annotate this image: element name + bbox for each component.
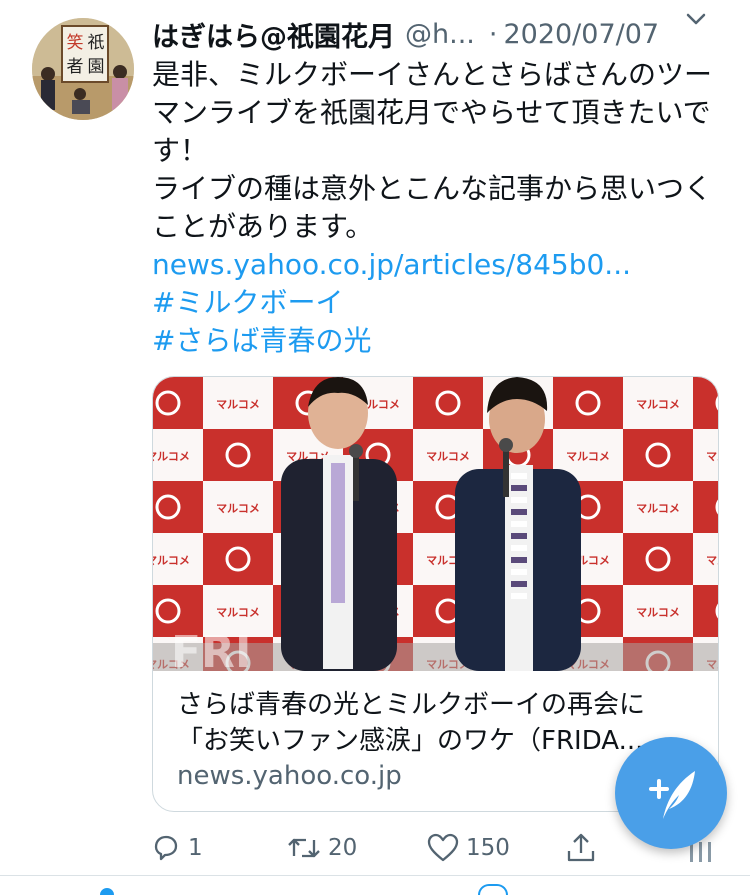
card-title-line: さらば青春の光とミルクボーイの再会に [177, 690, 646, 720]
tweet-text-line: ライブの種は意外とこんな記事から思いつく [152, 172, 713, 205]
backdrop-tile [623, 533, 693, 585]
backdrop-brand-text: マルコメ [426, 450, 470, 463]
backdrop-brand-text: マルコメ [636, 398, 680, 411]
avatar[interactable]: 笑 祇 者 園 [32, 18, 134, 120]
backdrop-brand-text: マルコメ [636, 502, 680, 515]
backdrop-brand-text: マルコメ [636, 606, 680, 619]
tie-stripe [511, 569, 527, 575]
author-name[interactable]: はぎはら@祇園花月 [152, 15, 395, 54]
like-count: 150 [466, 835, 510, 861]
tweet-date[interactable]: 2020/07/07 [503, 19, 659, 50]
reply-count: 1 [188, 835, 203, 861]
backdrop-tile [693, 377, 718, 429]
avatar-image: 笑 祇 者 園 [32, 18, 134, 120]
backdrop-tile [203, 429, 273, 481]
share-button[interactable] [564, 826, 598, 870]
chevron-down-icon[interactable] [683, 6, 709, 32]
svg-text:祇: 祇 [88, 33, 105, 53]
backdrop-tile [413, 377, 483, 429]
hashtag-saraba[interactable]: #さらば青春の光 [152, 322, 732, 360]
tweet-text-line: す！ [152, 134, 209, 167]
image-watermark: FRI [171, 627, 251, 671]
tie-stripe [511, 485, 527, 491]
tie-stripe [511, 545, 527, 551]
retweet-count: 20 [328, 835, 358, 861]
tweet-text-line: マンライブを祇園花月でやらせて頂きたいで [152, 96, 711, 129]
reply-icon [154, 835, 178, 861]
retweet-icon [288, 838, 320, 858]
backdrop-tile [693, 481, 718, 533]
backdrop-tile [553, 377, 623, 429]
like-button[interactable]: 150 [426, 826, 510, 870]
heart-icon [427, 833, 459, 862]
backdrop-brand-text: マルコメ [566, 450, 610, 463]
tweet-text-line: ことがあります。 [152, 210, 374, 243]
article-link[interactable]: news.yahoo.co.jp/articles/845b0... [152, 246, 732, 284]
hashtag-milkboy[interactable]: #ミルクボーイ [152, 284, 732, 322]
share-icon [567, 833, 595, 862]
svg-text:園: 園 [88, 57, 105, 77]
tie-stripe [511, 497, 527, 503]
backdrop-brand-text: マルコメ [706, 450, 718, 463]
tweet-text: 是非、ミルクボーイさんとさらばさんのツー マンライブを祇園花月でやらせて頂きたい… [152, 56, 732, 360]
tab-bar-home-indicator[interactable] [100, 888, 114, 895]
card-image: マルコメマルコメマルコメマルコメマルコメマルコメマルコメマルコメマルコメマルコメ… [153, 377, 718, 671]
tweet[interactable]: 笑 祇 者 園 はぎはら@祇園花月 @h... · 2020/07/07 是非、… [0, 0, 750, 895]
tie-stripe [511, 509, 527, 515]
separator-dot: · [488, 18, 498, 50]
backdrop-brand-text: マルコメ [706, 554, 718, 567]
backdrop-brand-text: マルコメ [216, 606, 260, 619]
reply-button[interactable]: 1 [150, 826, 203, 870]
tie-stripe [511, 581, 527, 587]
backdrop-brand-text: マルコメ [216, 502, 260, 515]
backdrop-tile [203, 533, 273, 585]
tweet-header: はぎはら@祇園花月 @h... · 2020/07/07 [152, 14, 742, 54]
tab-bar-divider [0, 875, 750, 876]
tie-stripe [511, 473, 527, 479]
tie-stripe [511, 593, 527, 599]
backdrop-brand-text: マルコメ [153, 450, 190, 463]
tie-stripe [511, 521, 527, 527]
backdrop-tile [623, 429, 693, 481]
retweet-button[interactable]: 20 [286, 826, 357, 870]
tie-stripe [511, 557, 527, 563]
backdrop-tile [693, 585, 718, 637]
svg-text:者: 者 [67, 57, 84, 77]
tie-stripe [511, 533, 527, 539]
backdrop-brand-text: マルコメ [153, 554, 190, 567]
compose-tweet-button[interactable] [615, 737, 727, 849]
compose-tweet-icon [649, 771, 695, 819]
backdrop-brand-text: マルコメ [216, 398, 260, 411]
card-domain: news.yahoo.co.jp [177, 761, 402, 791]
author-handle[interactable]: @h... [405, 19, 475, 50]
tab-bar-search-indicator[interactable] [478, 884, 508, 895]
svg-text:笑: 笑 [67, 33, 84, 53]
tweet-text-line: 是非、ミルクボーイさんとさらばさんのツー [152, 58, 713, 91]
